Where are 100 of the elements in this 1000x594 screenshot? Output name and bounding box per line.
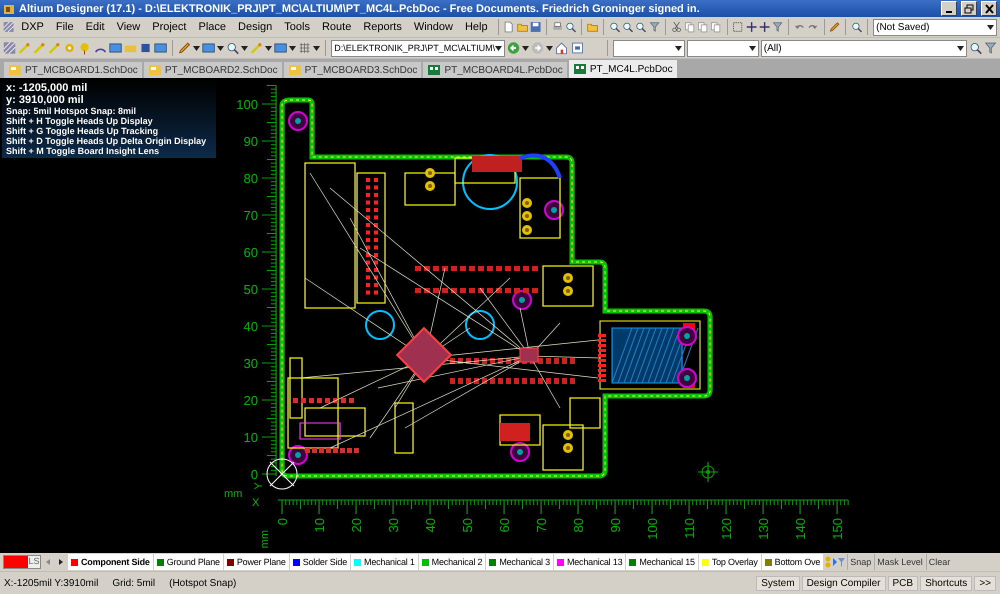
document-tab[interactable]: PT_MCBOARD4L.PcbDoc bbox=[423, 62, 567, 78]
snap-readout: Snap: 5mil Hotspot Snap: 8mil bbox=[6, 106, 138, 116]
caret-icon[interactable] bbox=[522, 46, 530, 50]
panel-button[interactable]: PCB bbox=[888, 576, 918, 590]
pcb-document-icon bbox=[427, 63, 442, 77]
ruler-label: 20 bbox=[244, 393, 258, 408]
layer-tab[interactable]: Mechanical 3 bbox=[486, 554, 553, 570]
new-document-icon[interactable] bbox=[503, 19, 515, 35]
layer-tab[interactable]: Solder Side bbox=[290, 554, 350, 570]
ruler-label: 70 bbox=[244, 208, 258, 223]
target-marker-icon bbox=[698, 462, 718, 482]
hatched-square-icon[interactable] bbox=[3, 40, 16, 56]
move-cross-icon[interactable] bbox=[758, 19, 770, 35]
caret-icon[interactable] bbox=[192, 46, 200, 50]
ruler-label: 30 bbox=[244, 356, 258, 371]
grid-size: Grid: 5mil bbox=[112, 578, 156, 588]
caret-icon bbox=[674, 46, 682, 50]
menu-item[interactable]: View bbox=[112, 20, 146, 34]
menu-item[interactable]: Route bbox=[316, 20, 356, 34]
track-icon[interactable] bbox=[48, 40, 62, 56]
panel-button[interactable]: Design Compiler bbox=[802, 576, 886, 590]
filter-icon[interactable] bbox=[984, 40, 997, 56]
menu-item[interactable]: Window bbox=[408, 20, 458, 34]
snap-mode: (Hotspot Snap) bbox=[169, 578, 236, 588]
menu-item[interactable]: Project bbox=[147, 20, 192, 34]
layer-tab[interactable]: Mechanical 2 bbox=[418, 554, 486, 570]
panel-button[interactable]: System bbox=[756, 576, 800, 590]
menu-item[interactable]: DXP bbox=[16, 20, 49, 34]
unit-label: mm bbox=[259, 530, 271, 548]
pcb-document-icon bbox=[572, 62, 587, 76]
variant-dropdown[interactable]: (Not Saved) bbox=[873, 18, 998, 36]
cursor-y-readout: y: 3910,000 mil bbox=[6, 94, 85, 106]
hatched-square-icon[interactable] bbox=[3, 19, 14, 35]
caret-icon[interactable] bbox=[217, 46, 224, 50]
caret-icon bbox=[748, 46, 756, 50]
close-button[interactable] bbox=[981, 1, 997, 16]
window-title: Altium Designer (17.1) - D:\ELEKTRONIK_PRJ\PT_MC\ALTIUM\PT_MC4L.PcbDoc - Free Documents. Friedrich Groninger signed in. bbox=[19, 2, 701, 14]
layer-tab[interactable]: Component Side bbox=[68, 554, 153, 570]
menu-item[interactable]: File bbox=[50, 20, 79, 34]
ruler-label: 150 bbox=[830, 518, 845, 540]
caret-icon[interactable] bbox=[546, 46, 554, 50]
ruler-label: 60 bbox=[244, 245, 258, 260]
caret-icon bbox=[956, 46, 964, 50]
panel-button[interactable]: >> bbox=[974, 576, 996, 590]
menu-item[interactable]: Place bbox=[193, 20, 232, 34]
home-icon[interactable] bbox=[555, 40, 568, 56]
ruler-label: 50 bbox=[244, 282, 258, 297]
magnifier-icon[interactable] bbox=[968, 40, 982, 56]
menu-item[interactable]: Reports bbox=[358, 20, 407, 34]
menu-item[interactable]: Design bbox=[233, 20, 278, 34]
save-icon[interactable] bbox=[530, 19, 542, 35]
ruler-label: 80 bbox=[571, 518, 586, 532]
layer-tab[interactable]: Mechanical 13 bbox=[554, 554, 626, 570]
layer-bar-button[interactable]: Snap bbox=[847, 554, 874, 570]
layer-bar-button[interactable]: Mask Level bbox=[874, 554, 925, 570]
caret-icon[interactable] bbox=[289, 46, 296, 50]
class-dropdown[interactable] bbox=[686, 40, 759, 56]
minimize-button[interactable] bbox=[941, 1, 957, 16]
layer-tab[interactable]: Mechanical 1 bbox=[351, 554, 418, 570]
schematic-document-icon bbox=[148, 63, 162, 77]
scissors-icon[interactable] bbox=[670, 19, 682, 35]
document-tab[interactable]: PT_MCBOARD3.SchDoc bbox=[284, 62, 422, 78]
refresh-icon[interactable] bbox=[570, 40, 584, 56]
pencil-icon[interactable] bbox=[178, 40, 191, 56]
layer-set-icon[interactable] bbox=[824, 555, 846, 569]
shortcut-hint: Shift + M Toggle Board Insight Lens bbox=[6, 146, 160, 156]
document-tab[interactable]: PT_MCBOARD2.SchDoc bbox=[144, 62, 282, 78]
caret-icon[interactable] bbox=[313, 46, 320, 50]
menu-item[interactable]: Help bbox=[460, 20, 493, 34]
panel-button[interactable]: Shortcuts bbox=[920, 576, 972, 590]
origin-marker-icon bbox=[266, 458, 298, 490]
layer-tab[interactable]: Ground Plane bbox=[154, 554, 223, 570]
layer-tab[interactable]: Power Plane bbox=[224, 554, 289, 570]
layer-tab[interactable]: Mechanical 15 bbox=[626, 554, 698, 570]
ruler-label: 140 bbox=[793, 518, 808, 540]
minimize-icon bbox=[946, 10, 952, 12]
filter-dropdown[interactable]: (All) bbox=[760, 40, 967, 56]
caret-icon[interactable] bbox=[241, 46, 248, 50]
layer-tab[interactable]: Bottom Ove bbox=[762, 554, 824, 570]
menu-item[interactable]: Tools bbox=[279, 20, 315, 34]
caret-icon[interactable] bbox=[265, 46, 272, 50]
track-icon[interactable] bbox=[33, 40, 46, 56]
current-layer-indicator[interactable]: LS bbox=[3, 555, 41, 569]
layer-tab[interactable]: Top Overlay bbox=[698, 554, 761, 570]
ruler-label: 30 bbox=[386, 518, 401, 532]
layer-dropdown[interactable] bbox=[612, 40, 685, 56]
ruler-label: 50 bbox=[460, 518, 475, 532]
ruler-label: 40 bbox=[244, 319, 258, 334]
menu-item[interactable]: Edit bbox=[80, 20, 110, 34]
maximize-button[interactable] bbox=[961, 1, 977, 16]
magnifier-icon[interactable] bbox=[226, 40, 240, 56]
grid-icon[interactable] bbox=[298, 40, 312, 56]
track-icon[interactable] bbox=[250, 40, 264, 56]
document-tab[interactable]: PT_MCBOARD1.SchDoc bbox=[4, 62, 142, 78]
track-icon[interactable] bbox=[18, 40, 32, 56]
layer-bar-button[interactable]: Clear bbox=[926, 554, 952, 570]
document-tab[interactable]: PT_MC4L.PcbDoc bbox=[568, 60, 677, 78]
move-cross-icon[interactable] bbox=[746, 19, 757, 35]
shortcut-hint: Shift + D Toggle Heads Up Delta Origin Display bbox=[6, 136, 208, 146]
path-dropdown[interactable]: D:\ELEKTRONIK_PRJ\PT_MC\ALTIUM\ bbox=[331, 40, 506, 56]
